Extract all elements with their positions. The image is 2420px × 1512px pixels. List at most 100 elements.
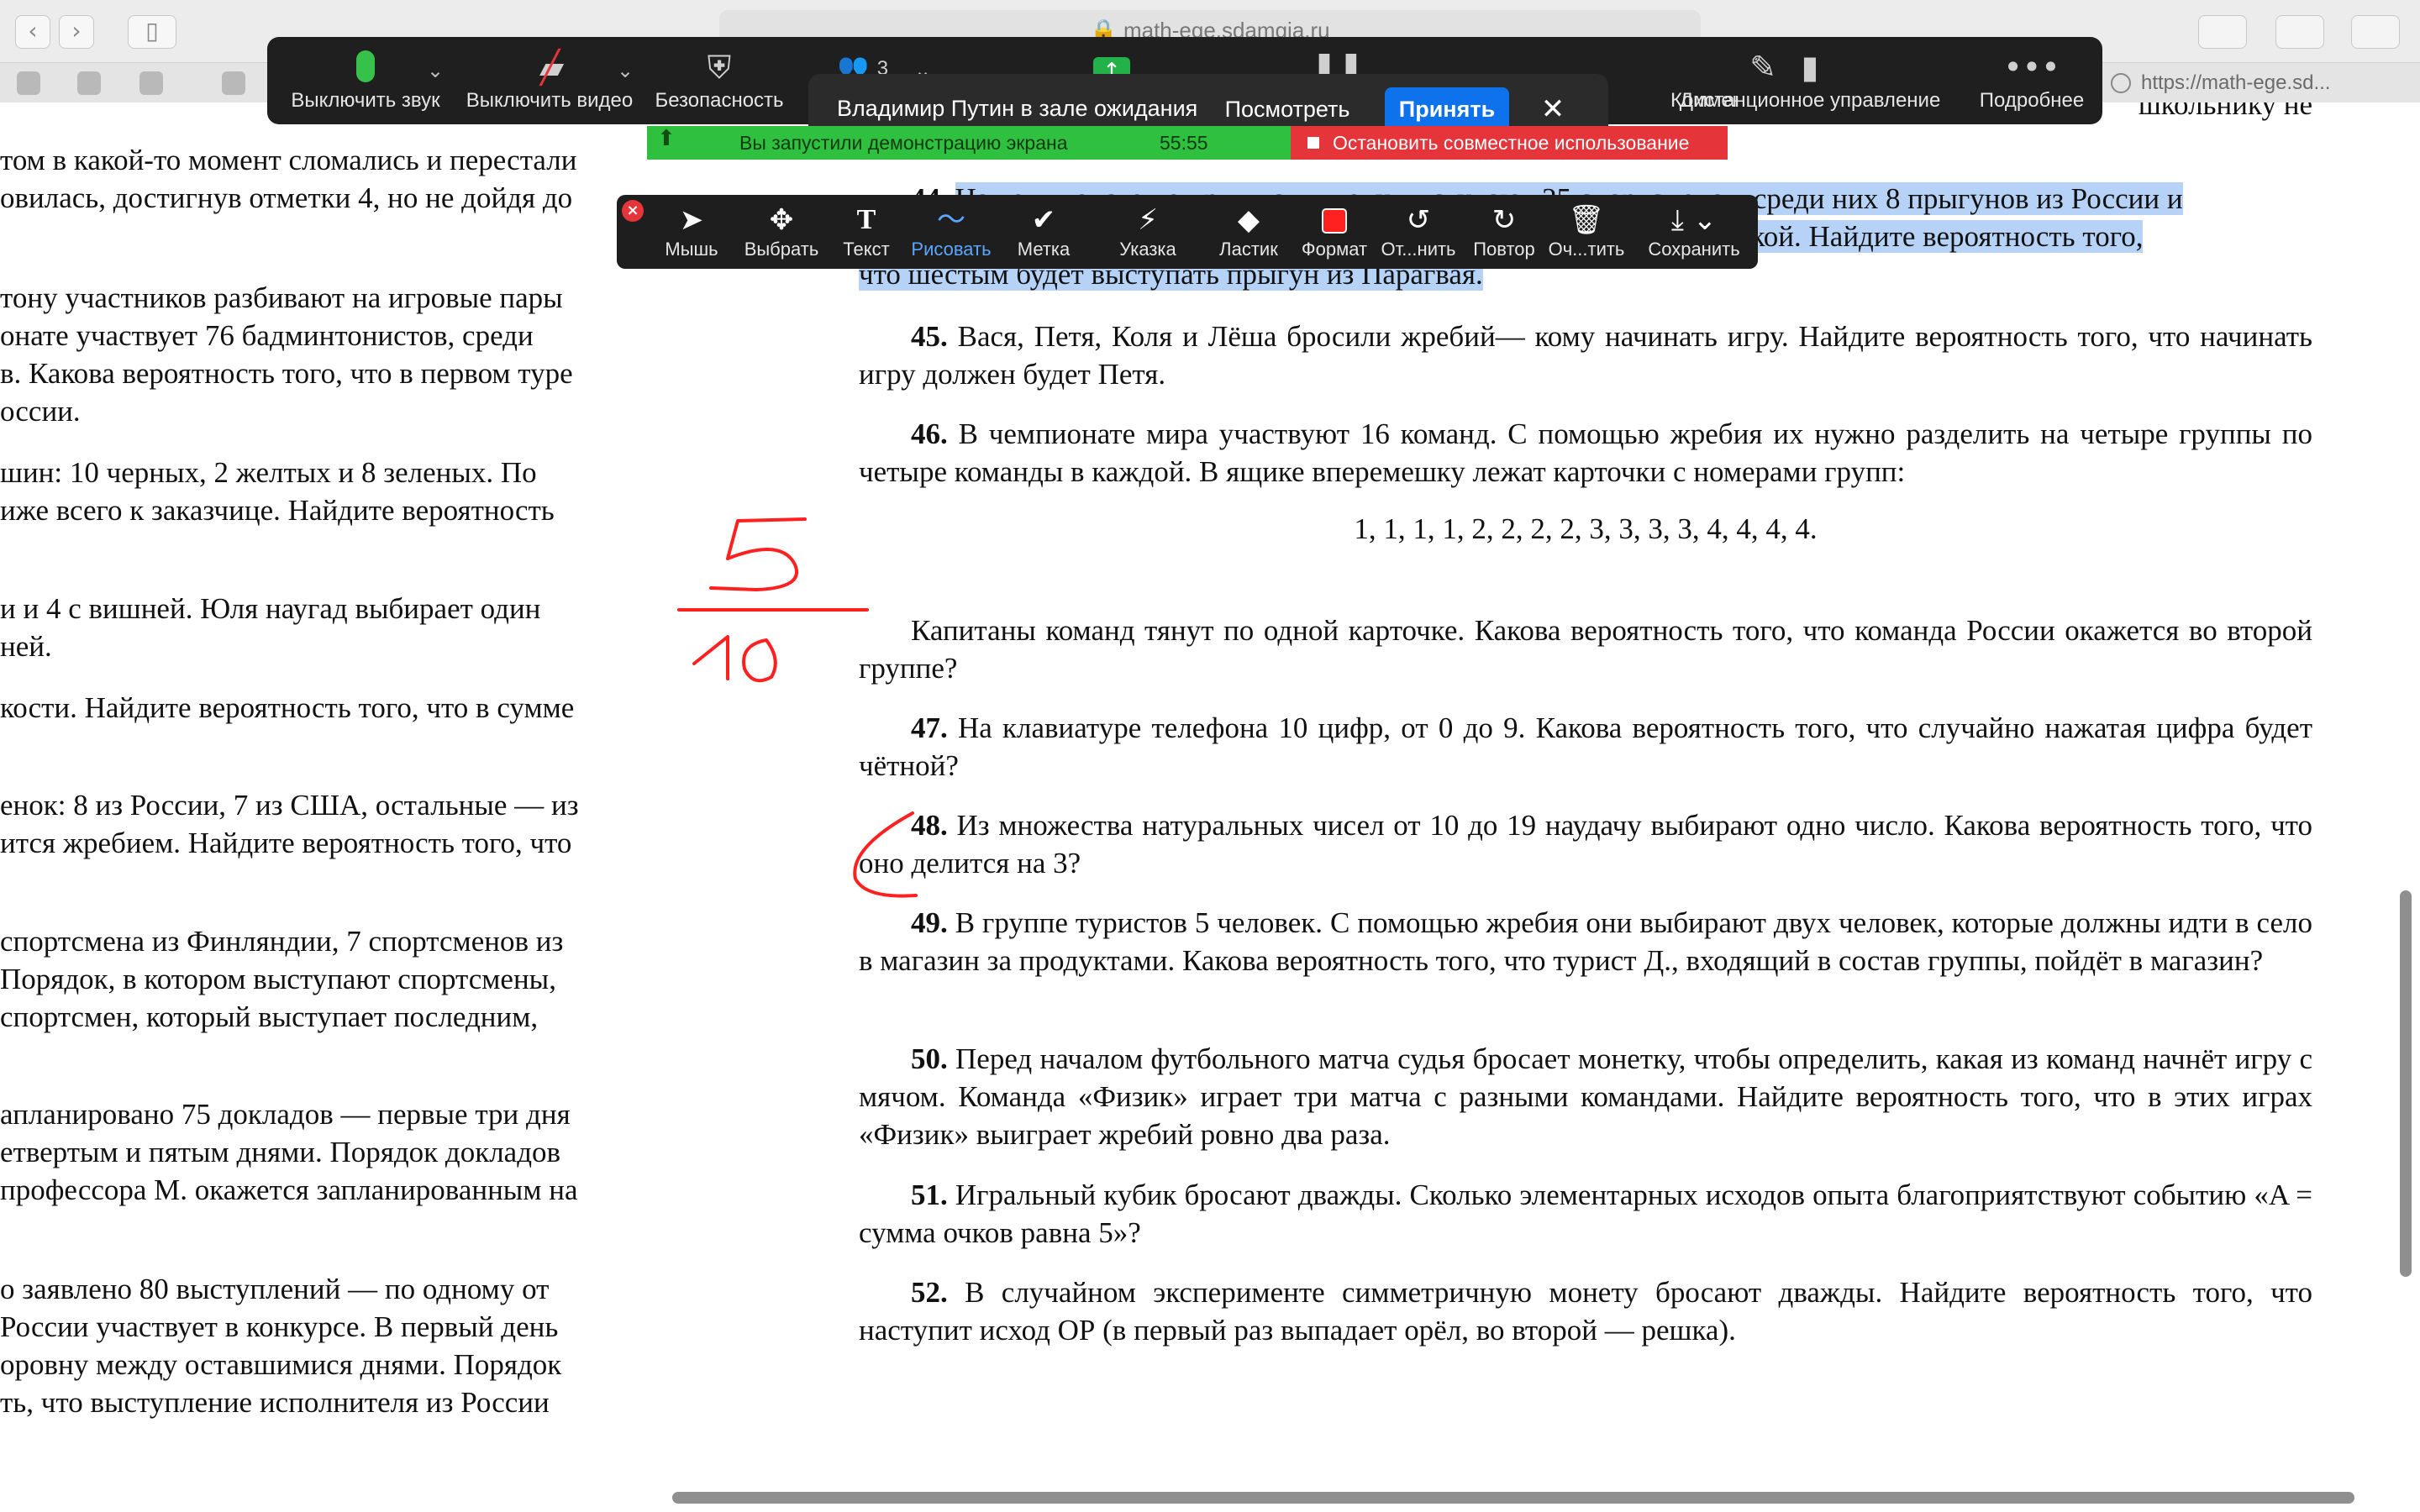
browser-tab[interactable]: https://math-ege.sd... xyxy=(2101,66,2378,100)
undo-icon: ↺ xyxy=(1406,203,1431,237)
annotation-toolbar: × ➤ Мышь ✥ Выбрать T Текст 〜 Рисовать ✔ … xyxy=(617,195,1758,269)
mouse-icon: ▮ xyxy=(1801,49,1819,86)
page-content: том в какой-то момент сломались и перест… xyxy=(0,102,2420,1488)
tab-title: https://math-ege.sd... xyxy=(2141,71,2331,94)
waiting-room-message: Владимир Путин в зале ожидания xyxy=(837,96,1198,121)
admit-button[interactable]: Принять xyxy=(1385,87,1509,131)
task-48: 48. Из множества натуральных чисел от 10… xyxy=(859,806,2312,882)
share-status-text: Вы запустили демонстрацию экрана xyxy=(739,132,1068,154)
sidebar-toggle-button[interactable]: ▯ xyxy=(128,15,176,49)
task-47: 47. На клавиатуре телефона 10 цифр, от 0… xyxy=(859,709,2312,785)
task-50: 50. Перед началом футбольного матча судь… xyxy=(859,1040,2312,1153)
task-text: В случайном эксперименте симметричную мо… xyxy=(859,1276,2313,1347)
text-line: шин: 10 черных, 2 желтых и 8 зеленых. По xyxy=(0,456,537,489)
squiggle-icon: 〜 xyxy=(937,203,965,237)
task-number: 51. xyxy=(911,1179,948,1211)
tool-format[interactable]: Формат xyxy=(1296,202,1373,265)
text-line: о заявлено 80 выступлений — по одному от xyxy=(0,1273,550,1305)
stop-share-button[interactable]: Остановить совместное использование xyxy=(1291,126,1728,160)
mute-audio-button[interactable]: Выключить звук xyxy=(286,45,445,121)
task-text: Вася, Петя, Коля и Лёша бросили жребий— … xyxy=(859,320,2312,391)
tool-redo[interactable]: ↻ Повтор xyxy=(1469,202,1539,265)
task-number: 52. xyxy=(911,1276,948,1309)
task-number: 48. xyxy=(911,809,948,842)
group-card-sequence: 1, 1, 1, 1, 2, 2, 2, 2, 3, 3, 3, 3, 4, 4… xyxy=(1354,512,1818,545)
text-line: ть, что выступление исполнителя из Росси… xyxy=(0,1386,550,1419)
text-line: в. Какова вероятность того, что в первом… xyxy=(0,357,573,390)
horizontal-scrollbar[interactable] xyxy=(672,1492,2354,1504)
audio-options-caret[interactable]: ⌄ xyxy=(427,59,444,82)
text-line: онате участвует 76 бадминтонистов, среди xyxy=(0,319,534,352)
tool-mouse[interactable]: ➤ Мышь xyxy=(660,202,723,265)
security-button[interactable]: ⛨ Безопасность xyxy=(652,45,786,121)
text-line: тону участников разбивают на игровые пар… xyxy=(0,281,563,314)
favorite-icon[interactable] xyxy=(222,71,245,95)
close-icon[interactable]: ✕ xyxy=(1534,91,1571,128)
close-annotation-icon[interactable]: × xyxy=(622,200,644,222)
stop-icon xyxy=(1307,137,1319,149)
task-number: 45. xyxy=(911,320,948,353)
video-options-caret[interactable]: ⌄ xyxy=(617,59,634,82)
tool-undo[interactable]: ↺ От...нить xyxy=(1376,202,1460,265)
share-arrow-icon: ⬆ xyxy=(657,126,676,151)
tool-clear[interactable]: 🗑 Оч...тить xyxy=(1544,202,1628,265)
vertical-scrollbar[interactable] xyxy=(2400,890,2412,1277)
tool-text[interactable]: T Текст xyxy=(835,202,897,265)
share-timer: 55:55 xyxy=(1160,132,1208,154)
save-icon: ⤓ ⌄ xyxy=(1670,203,1718,237)
text-icon: T xyxy=(856,204,876,235)
more-icon: ••• xyxy=(2003,49,2060,86)
favorite-icon[interactable] xyxy=(77,71,101,95)
task-45: 45. Вася, Петя, Коля и Лёша бросили жреб… xyxy=(859,318,2312,393)
download-button[interactable] xyxy=(2198,15,2247,49)
stop-video-button[interactable]: ▰╱ Выключить видео xyxy=(466,45,634,121)
cursor-icon: ➤ xyxy=(679,203,704,237)
remote-control-label[interactable]: ▮ Дистанционное управление xyxy=(1667,45,1953,121)
task-text: На клавиатуре телефона 10 цифр, от 0 до … xyxy=(859,711,2313,782)
move-icon: ✥ xyxy=(769,203,794,237)
task-49: 49. В группе туристов 5 человек. С помощ… xyxy=(859,904,2312,979)
task-text: Из множества натуральных чисел от 10 до … xyxy=(859,809,2312,879)
text-line: и и 4 с вишней. Юля наугад выбирает один xyxy=(0,592,541,625)
forward-button[interactable]: › xyxy=(59,15,94,49)
redo-icon: ↻ xyxy=(1491,203,1517,237)
favorite-icon[interactable] xyxy=(139,71,163,95)
task-46-question: Капитаны команд тянут по одной карточке.… xyxy=(859,612,2312,687)
tool-spotlight[interactable]: ⚡ Указка xyxy=(1106,202,1190,265)
task-52: 52. В случайном эксперименте симметричну… xyxy=(859,1273,2312,1349)
text-line: спортсмена из Финляндии, 7 спортсменов и… xyxy=(0,925,564,958)
trash-icon: 🗑 xyxy=(1568,203,1605,237)
color-swatch-icon xyxy=(1296,202,1373,239)
tool-eraser[interactable]: ◆ Ластик xyxy=(1213,202,1284,265)
text-line: овилась, достигнув отметки 4, но не дойд… xyxy=(0,181,573,214)
checkmark-icon: ✔ xyxy=(1031,203,1056,237)
tabs-overview-button[interactable] xyxy=(2351,15,2400,49)
text-line: том в какой-то момент сломались и перест… xyxy=(0,144,577,176)
tool-save[interactable]: ⤓ ⌄ Сохранить xyxy=(1644,202,1744,265)
text-line: етвертым и пятым днями. Порядок докладов xyxy=(0,1136,561,1168)
task-number: 47. xyxy=(911,711,948,744)
wand-icon: ⚡ xyxy=(1138,203,1158,237)
back-button[interactable]: ‹ xyxy=(15,15,50,49)
video-off-icon: ▰╱ xyxy=(539,49,565,86)
tool-select[interactable]: ✥ Выбрать xyxy=(738,202,825,265)
share-button[interactable] xyxy=(2275,15,2324,49)
task-46: 46. В чемпионате мира участвуют 16 коман… xyxy=(859,415,2312,491)
text-line: России участвует в конкурсе. В первый де… xyxy=(0,1310,559,1343)
text-line: оссии. xyxy=(0,395,81,428)
text-line: оровну между оставшимися днями. Порядок xyxy=(0,1348,562,1381)
task-text: Перед началом футбольного матча судья бр… xyxy=(859,1042,2313,1151)
more-button[interactable]: ••• Подробнее xyxy=(1973,45,2091,121)
screen-share-status-bar: ⬆ Вы запустили демонстрацию экрана 55:55… xyxy=(647,126,1728,160)
task-51: 51. Игральный кубик бросают дважды. Скол… xyxy=(859,1176,2312,1252)
tool-stamp[interactable]: ✔ Метка xyxy=(1010,202,1077,265)
left-column-text: том в какой-то момент сломались и перест… xyxy=(0,102,639,1488)
eraser-icon: ◆ xyxy=(1237,203,1260,237)
favorite-youtube-icon[interactable] xyxy=(17,71,40,95)
text-line: ней. xyxy=(0,630,52,663)
globe-icon xyxy=(2111,73,2131,93)
text-line: апланировано 75 докладов — первые три дн… xyxy=(0,1098,571,1131)
task-number: 46. xyxy=(911,417,948,450)
tool-draw[interactable]: 〜 Рисовать xyxy=(906,202,997,265)
share-status: ⬆ Вы запустили демонстрацию экрана 55:55 xyxy=(647,126,1291,160)
